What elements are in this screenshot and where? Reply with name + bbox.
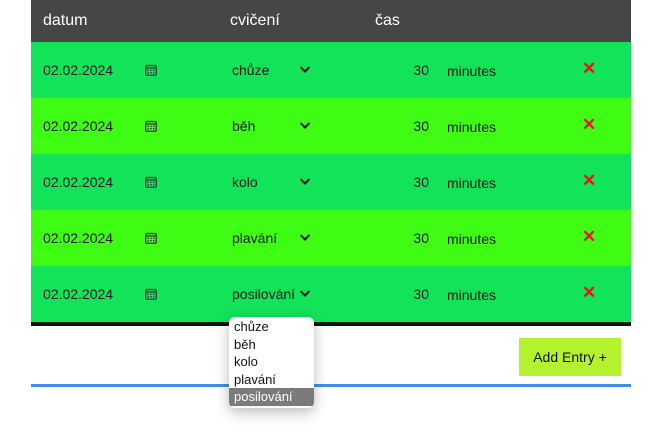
chevron-down-icon[interactable] bbox=[299, 177, 311, 186]
date-input[interactable]: 02.02.2024 bbox=[43, 118, 113, 134]
date-input[interactable]: 02.02.2024 bbox=[43, 174, 113, 190]
exercise-dropdown-menu: chůze běh kolo plavání posilování bbox=[229, 317, 314, 408]
dropdown-option[interactable]: chůze bbox=[229, 318, 314, 336]
exercise-select[interactable]: běh bbox=[232, 118, 255, 134]
time-input[interactable]: 30 bbox=[371, 118, 429, 134]
calendar-icon[interactable] bbox=[145, 176, 157, 188]
table-row: 02.02.2024 kolo 30 minutes ✕ bbox=[31, 154, 631, 210]
add-entry-button[interactable]: Add Entry + bbox=[519, 338, 621, 376]
column-header-time: čas bbox=[375, 12, 400, 29]
chevron-down-icon[interactable] bbox=[299, 289, 311, 298]
dropdown-option[interactable]: plavání bbox=[229, 371, 314, 389]
time-unit-label: minutes bbox=[447, 287, 497, 303]
time-input[interactable]: 30 bbox=[371, 62, 429, 78]
date-input[interactable]: 02.02.2024 bbox=[43, 286, 113, 302]
time-unit-label: minutes bbox=[447, 63, 497, 79]
chevron-down-icon[interactable] bbox=[299, 121, 311, 130]
delete-entry-button[interactable]: ✕ bbox=[582, 227, 596, 247]
date-input[interactable]: 02.02.2024 bbox=[43, 230, 113, 246]
exercise-select[interactable]: posilování bbox=[232, 286, 295, 302]
calendar-icon[interactable] bbox=[145, 120, 157, 132]
exercise-log-card: datum cvičení čas 02.02.2024 chůze 30 mi… bbox=[31, 0, 631, 387]
time-input[interactable]: 30 bbox=[371, 286, 429, 302]
column-header-exercise: cvičení bbox=[230, 12, 280, 29]
dropdown-option[interactable]: běh bbox=[229, 336, 314, 354]
footer-accent-line bbox=[31, 384, 631, 387]
time-unit-label: minutes bbox=[447, 175, 497, 191]
table-row: 02.02.2024 posilování 30 minutes ✕ bbox=[31, 266, 631, 322]
table-footer: Add Entry + bbox=[31, 326, 631, 384]
exercise-select[interactable]: plavání bbox=[232, 230, 277, 246]
date-input[interactable]: 02.02.2024 bbox=[43, 62, 113, 78]
table-row: 02.02.2024 chůze 30 minutes ✕ bbox=[31, 42, 631, 98]
table-row: 02.02.2024 běh 30 minutes ✕ bbox=[31, 98, 631, 154]
calendar-icon[interactable] bbox=[145, 288, 157, 300]
exercise-select[interactable]: chůze bbox=[232, 62, 269, 78]
delete-entry-button[interactable]: ✕ bbox=[582, 283, 596, 303]
dropdown-option[interactable]: kolo bbox=[229, 353, 314, 371]
chevron-down-icon[interactable] bbox=[299, 65, 311, 74]
delete-entry-button[interactable]: ✕ bbox=[582, 115, 596, 135]
time-input[interactable]: 30 bbox=[371, 230, 429, 246]
delete-entry-button[interactable]: ✕ bbox=[582, 171, 596, 191]
chevron-down-icon[interactable] bbox=[299, 233, 311, 242]
time-input[interactable]: 30 bbox=[371, 174, 429, 190]
column-header-date: datum bbox=[43, 12, 88, 29]
dropdown-option[interactable]: posilování bbox=[229, 388, 314, 406]
time-unit-label: minutes bbox=[447, 119, 497, 135]
calendar-icon[interactable] bbox=[145, 64, 157, 76]
table-row: 02.02.2024 plavání 30 minutes ✕ bbox=[31, 210, 631, 266]
exercise-select[interactable]: kolo bbox=[232, 174, 258, 190]
delete-entry-button[interactable]: ✕ bbox=[582, 59, 596, 79]
time-unit-label: minutes bbox=[447, 231, 497, 247]
table-header: datum cvičení čas bbox=[31, 0, 631, 42]
entry-list: 02.02.2024 chůze 30 minutes ✕ 02.02.2024… bbox=[31, 42, 631, 322]
calendar-icon[interactable] bbox=[145, 232, 157, 244]
